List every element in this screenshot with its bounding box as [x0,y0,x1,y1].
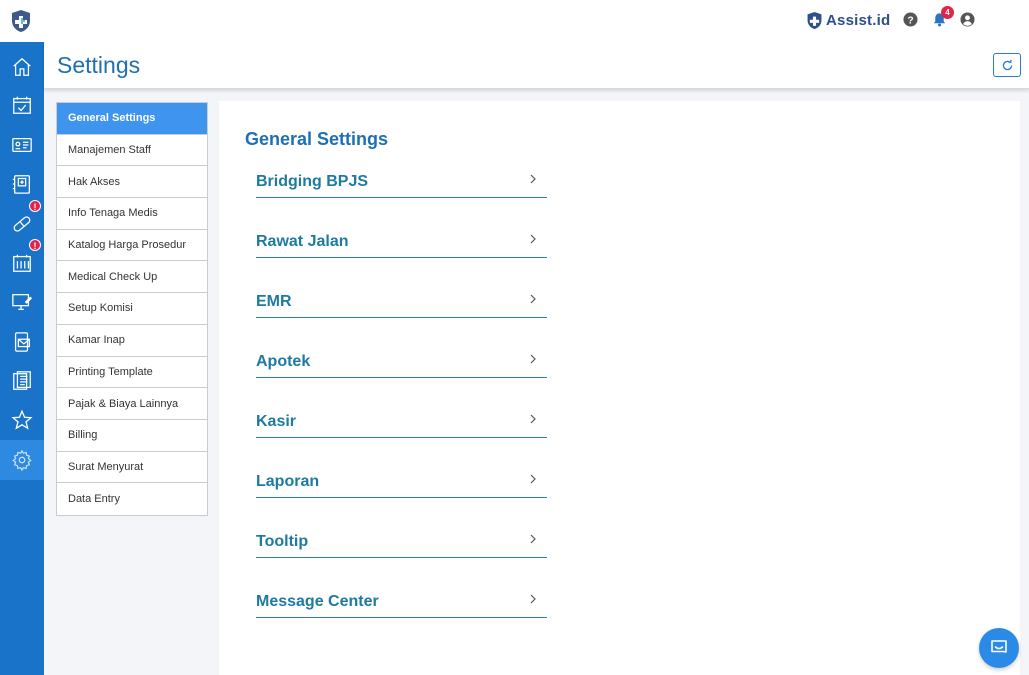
settings-menu-item-price-catalog[interactable]: Katalog Harga Prosedur [57,229,207,262]
brand-name: Assist.id [826,11,891,29]
sidebar: ! ! [0,42,44,675]
section-title: General Settings [245,129,389,149]
calendar-check-icon [13,96,31,114]
row-label: Bridging BPJS [256,173,369,190]
settings-row-tooltip[interactable]: Tooltip [256,529,547,558]
home-icon [13,57,31,76]
chevron-right-icon [530,234,536,244]
clipboard-icon [13,371,31,390]
refresh-button[interactable] [993,53,1021,77]
settings-menu-item-medical-staff[interactable]: Info Tenaga Medis [57,198,207,230]
settings-menu: General Settings Manajemen Staff Hak Aks… [56,102,208,516]
settings-menu-item-tax-fees[interactable]: Pajak & Biaya Lainnya [57,388,207,420]
row-label: Kasir [256,413,297,430]
refresh-icon [1002,59,1012,70]
row-label: Apotek [256,353,311,370]
settings-gear-icon [12,449,32,471]
chevron-right-icon [530,534,536,544]
settings-menu-item-data-entry[interactable]: Data Entry [57,483,207,515]
sidebar-item-monitor[interactable] [0,282,44,322]
chevron-right-icon [530,594,536,604]
sidebar-item-schedule[interactable] [0,85,44,125]
settings-menu-item-general[interactable]: General Settings [57,103,207,135]
monitor-edit-icon [12,294,33,310]
chevron-right-icon [530,474,536,484]
sidebar-item-pharmacy[interactable]: ! [0,200,44,244]
general-settings-panel: General Settings Bridging BPJS Rawat Jal… [219,101,1020,675]
svg-text:?: ? [907,15,913,26]
sidebar-item-patients[interactable] [0,125,44,165]
row-label: Rawat Jalan [256,233,349,250]
chevron-right-icon [530,354,536,364]
settings-row-bridging-bpjs[interactable]: Bridging BPJS [256,169,547,198]
settings-row-kasir[interactable]: Kasir [256,409,547,438]
settings-menu-item-staff[interactable]: Manajemen Staff [57,134,207,167]
settings-menu-item-commission[interactable]: Setup Komisi [57,293,207,325]
app-logo-icon[interactable] [10,9,32,33]
pill-icon [13,216,31,232]
settings-menu-item-correspondence[interactable]: Surat Menyurat [57,451,207,484]
row-label: EMR [256,293,292,310]
settings-menu-item-billing[interactable]: Billing [57,419,207,452]
row-label: Tooltip [256,533,309,550]
row-label: Laporan [256,473,320,490]
chat-bubble-icon [991,640,1007,653]
top-bar: Assist.id ? 4 [0,0,1029,42]
chat-button[interactable] [979,628,1019,668]
sidebar-alert-badge: ! [29,200,41,212]
star-icon [11,409,33,430]
chevron-right-icon [530,174,536,184]
sidebar-item-messages[interactable] [0,322,44,362]
sidebar-alert-badge: ! [29,239,41,251]
sidebar-item-clipboard[interactable] [0,361,44,401]
settings-row-laporan[interactable]: Laporan [256,469,547,498]
billing-calendar-icon [13,254,31,272]
brand-logo[interactable]: Assist.id [806,9,890,31]
sidebar-item-billing[interactable]: ! [0,239,44,283]
settings-menu-item-medical-check-up[interactable]: Medical Check Up [57,261,207,294]
settings-row-apotek[interactable]: Apotek [256,349,547,378]
notification-badge: 4 [941,6,954,19]
medical-record-icon [12,175,30,194]
settings-row-message-center[interactable]: Message Center [256,589,547,618]
account-icon[interactable] [960,12,975,27]
page-header: Settings [44,42,1029,89]
chevron-right-icon [530,294,536,304]
help-icon[interactable]: ? [903,12,918,27]
sidebar-item-favorites[interactable] [0,400,44,440]
row-label: Message Center [256,593,379,610]
settings-menu-item-printing-template[interactable]: Printing Template [57,356,207,389]
sidebar-item-settings[interactable] [0,440,44,480]
sidebar-item-home[interactable] [0,47,44,87]
settings-row-rawat-jalan[interactable]: Rawat Jalan [256,229,547,258]
settings-menu-item-access[interactable]: Hak Akses [57,166,207,199]
sidebar-item-medical-records[interactable] [0,164,44,204]
phone-mail-icon [14,332,30,352]
chevron-right-icon [530,414,536,424]
settings-menu-item-inpatient-room[interactable]: Kamar Inap [57,324,207,357]
id-card-icon [12,137,32,153]
settings-row-emr[interactable]: EMR [256,289,547,318]
page-title: Settings [57,52,141,78]
brand-shield-icon [807,11,822,29]
